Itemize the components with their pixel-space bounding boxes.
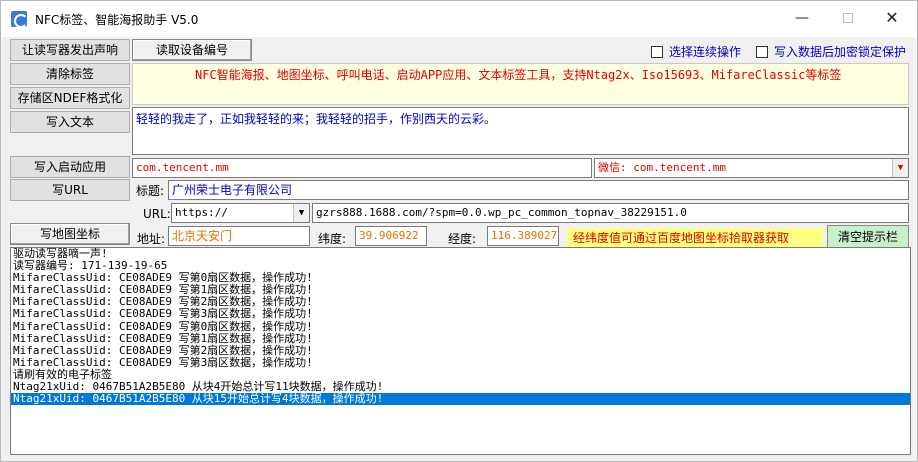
- continuous-checkbox[interactable]: [651, 46, 663, 58]
- clear-log-button[interactable]: 清空提示栏: [827, 225, 909, 249]
- title-field[interactable]: 广州荣士电子有限公司: [168, 180, 909, 200]
- list-item[interactable]: MifareClassUid: CE08ADE9 写第3扇区数据，操作成功!: [11, 356, 910, 369]
- lock-checkbox[interactable]: [756, 46, 768, 58]
- continuous-option[interactable]: 选择连续操作: [651, 43, 741, 60]
- clear-tag-button[interactable]: 清除标签: [10, 63, 130, 85]
- longitude-field[interactable]: 116.389027: [487, 226, 559, 246]
- write-map-button[interactable]: 写地图坐标: [10, 223, 130, 245]
- title-label: 标题:: [136, 184, 165, 198]
- ndef-format-button[interactable]: 存储区NDEF格式化: [10, 87, 130, 109]
- maximize-icon: [843, 13, 853, 23]
- read-device-id-button[interactable]: 读取设备编号: [132, 39, 252, 61]
- list-item[interactable]: MifareClassUid: CE08ADE9 写第0扇区数据，操作成功!: [11, 320, 910, 333]
- title-bar: NFC标签、智能海报助手 V5.0 — ✕: [1, 1, 917, 37]
- continuous-label: 选择连续操作: [669, 45, 742, 59]
- write-url-button[interactable]: 写URL: [10, 179, 130, 201]
- address-label: 地址:: [137, 232, 166, 246]
- beep-button[interactable]: 让读写器发出声响: [10, 39, 130, 61]
- url-scheme-value: https://: [175, 206, 228, 219]
- longitude-label: 经度:: [448, 232, 477, 246]
- lock-label: 写入数据后加密锁定保护: [774, 45, 907, 59]
- feature-banner: NFC智能海报、地图坐标、呼叫电话、启动APP应用、文本标签工具，支持Ntag2…: [132, 63, 909, 105]
- text-content-field[interactable]: 轻轻的我走了，正如我轻轻的来；我轻轻的招手，作别西天的云彩。: [132, 107, 909, 155]
- latitude-label: 纬度:: [318, 232, 347, 246]
- url-field[interactable]: gzrs888.1688.com/?spm=0.0.wp_pc_common_t…: [312, 203, 909, 223]
- app-window: NFC标签、智能海报助手 V5.0 — ✕ 让读写器发出声响 读取设备编号 清除…: [0, 0, 918, 462]
- maximize-button[interactable]: [825, 1, 871, 37]
- list-item[interactable]: Ntag21xUid: 0467B51A2B5E80 从块15开始总计写4块数据…: [11, 393, 910, 406]
- chevron-down-icon[interactable]: ▼: [892, 159, 908, 177]
- latitude-field[interactable]: 39.906922: [355, 226, 427, 246]
- app-icon: [11, 11, 28, 28]
- close-button[interactable]: ✕: [869, 1, 915, 37]
- write-app-button[interactable]: 写入启动应用: [10, 156, 130, 178]
- log-list[interactable]: 驱动读写器嘀一声! 读写器编号: 171-139-19-65 MifareClass…: [10, 247, 911, 455]
- list-item[interactable]: MifareClassUid: CE08ADE9 写第1扇区数据，操作成功!: [11, 332, 910, 345]
- app-select-value: 微信: com.tencent.mm: [598, 161, 726, 174]
- write-text-button[interactable]: 写入文本: [10, 111, 130, 133]
- address-field[interactable]: 北京天安门: [168, 226, 310, 246]
- app-select[interactable]: 微信: com.tencent.mm ▼: [594, 158, 909, 178]
- url-scheme-select[interactable]: https:// ▼: [171, 203, 310, 223]
- url-label: URL:: [143, 207, 171, 221]
- minimize-button[interactable]: —: [779, 1, 825, 37]
- chevron-down-icon[interactable]: ▼: [293, 204, 309, 222]
- lock-option[interactable]: 写入数据后加密锁定保护: [756, 43, 906, 60]
- coordinate-hint: 经纬度值可通过百度地图坐标拾取器获取: [567, 228, 823, 248]
- window-title: NFC标签、智能海报助手 V5.0: [35, 13, 199, 27]
- list-item[interactable]: MifareClassUid: CE08ADE9 写第3扇区数据，操作成功!: [11, 308, 910, 320]
- app-package-field[interactable]: com.tencent.mm: [132, 158, 592, 178]
